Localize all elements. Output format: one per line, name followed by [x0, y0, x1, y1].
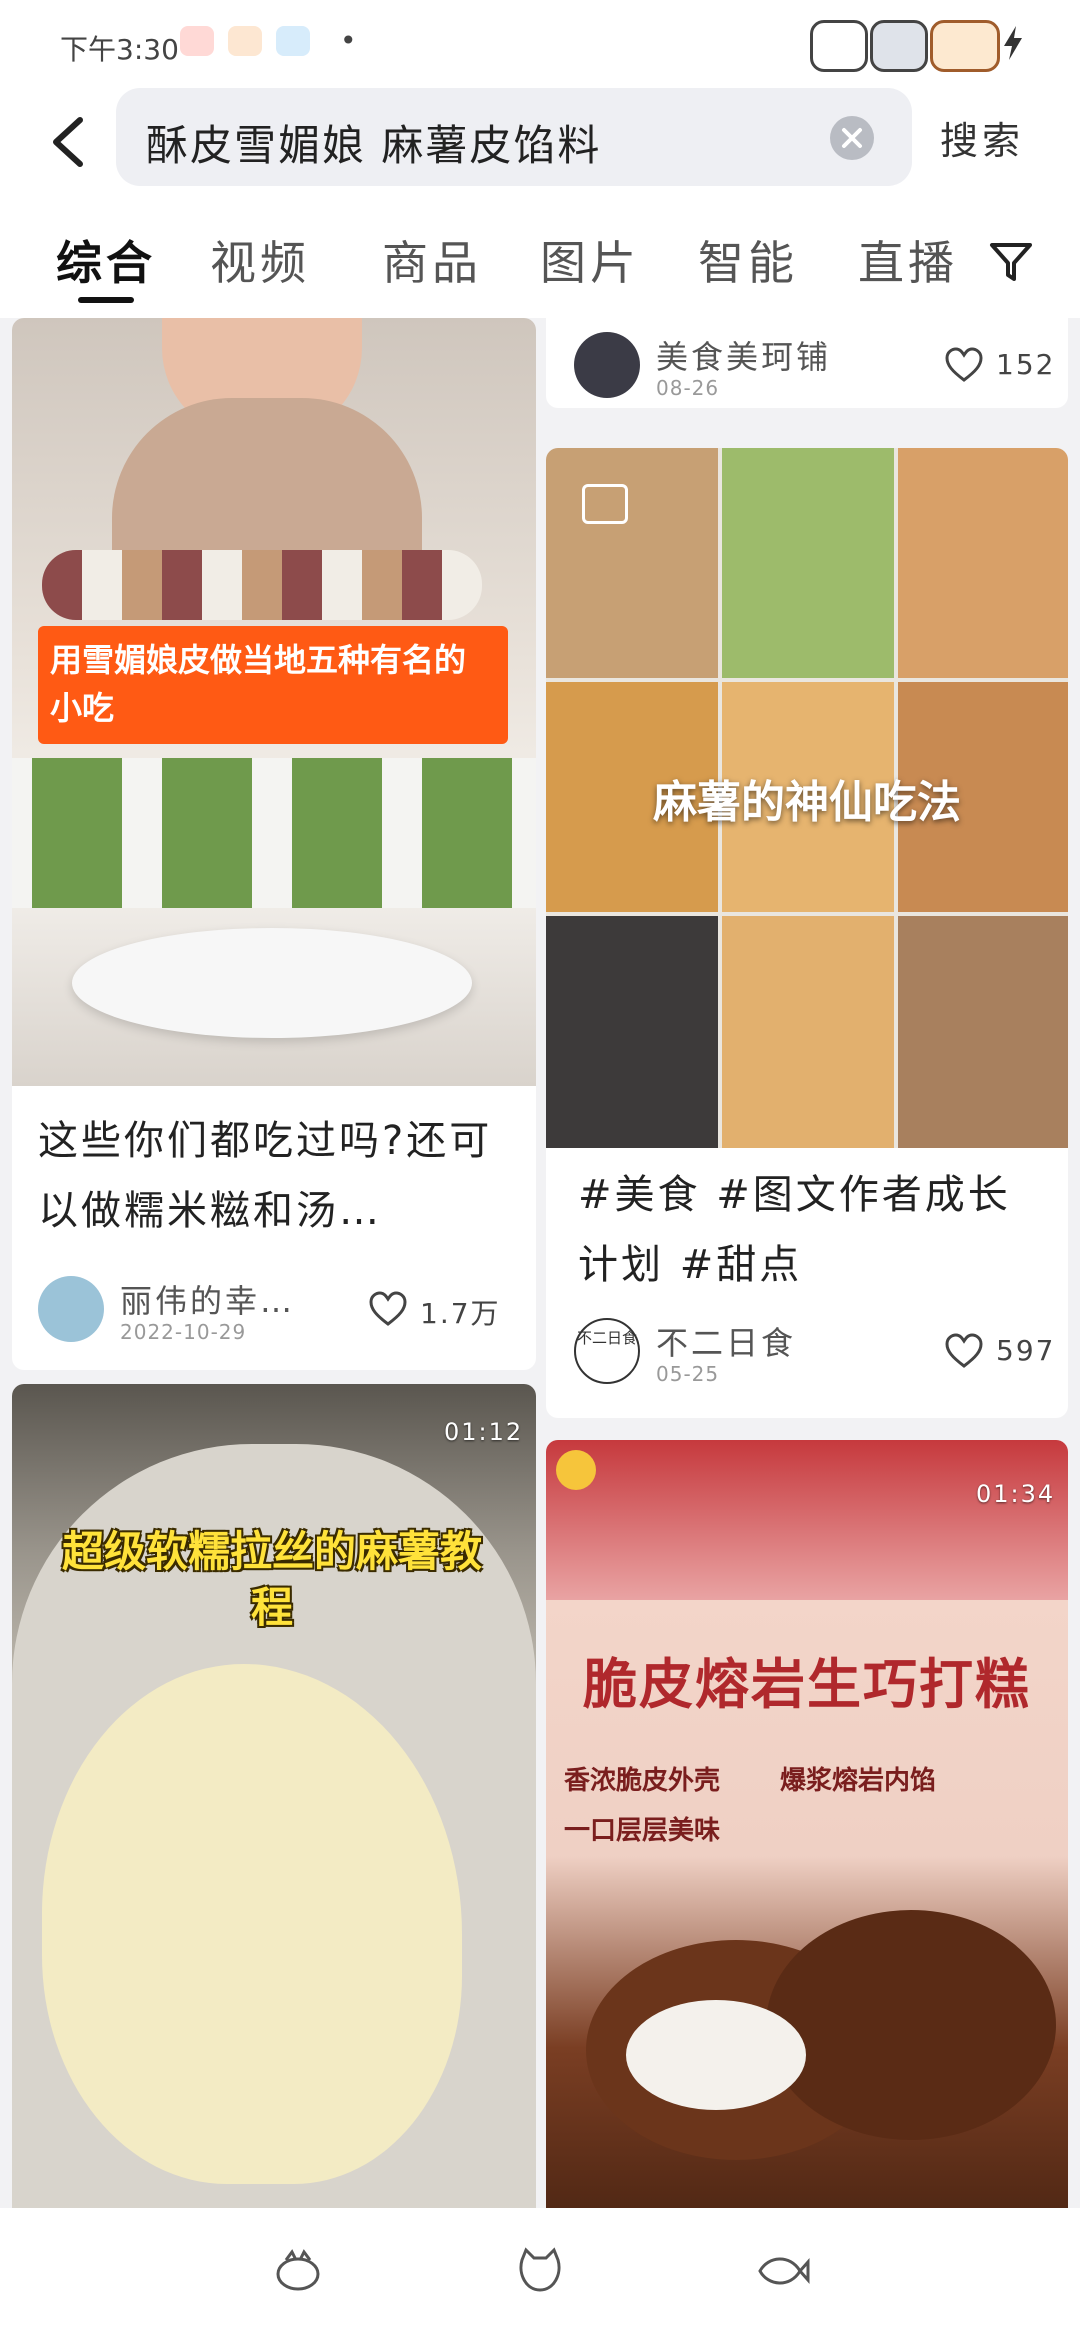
- tab-images[interactable]: 图片: [540, 227, 640, 293]
- status-icons: [810, 18, 1040, 74]
- post-cover-collage: 麻薯的神仙吃法: [546, 448, 1068, 1148]
- cat-battery-icon: [810, 20, 868, 72]
- tab-comprehensive[interactable]: 综合: [56, 227, 156, 293]
- avatar-text: 不二日食: [576, 1329, 637, 1347]
- heart-icon: [945, 1333, 983, 1368]
- collage-tile: [546, 916, 718, 1148]
- author-name: 不二日食: [656, 1324, 797, 1362]
- chocolate-cake: [766, 1910, 1056, 2140]
- tab-video[interactable]: 视频: [210, 227, 310, 293]
- back-arrow-icon: [53, 117, 83, 167]
- banner-title: 脆皮熔岩生巧打糕: [583, 1653, 1031, 1716]
- status-dot: •: [340, 24, 357, 57]
- tab-live[interactable]: 直播: [858, 227, 958, 293]
- avatar: [38, 1276, 104, 1342]
- heart-icon: [945, 347, 983, 382]
- post-cover-image: 用雪媚娘皮做当地五种有名的小吃: [12, 318, 536, 1086]
- results-feed: 用雪媚娘皮做当地五种有名的小吃 这些你们都吃过吗?还可以做糯米糍和汤… 丽伟的幸…: [0, 318, 1080, 2208]
- title-banner: 用雪媚娘皮做当地五种有名的小吃: [38, 626, 508, 744]
- like-button[interactable]: 597: [944, 1332, 1064, 1372]
- avatar: [574, 332, 640, 398]
- post-caption: #美食 #图文作者成长计划 #甜点: [578, 1172, 1011, 1288]
- collage-tile: [898, 916, 1068, 1148]
- post-date: 08-26: [656, 376, 720, 400]
- status-time: 下午3:30: [60, 33, 179, 66]
- author-name: 丽伟的幸…: [120, 1282, 296, 1320]
- video-duration: 01:12: [444, 1418, 524, 1446]
- like-count: 152: [996, 348, 1056, 381]
- charging-icon: [1004, 26, 1022, 60]
- video-duration: 01:34: [976, 1480, 1056, 1508]
- post-card[interactable]: 美食美珂铺 08-26 152: [546, 318, 1068, 408]
- video-cover-image: 超级软糯拉丝的麻薯教程 01:12: [12, 1384, 536, 2208]
- video-cover-image: 脆皮熔岩生巧打糕 香浓脆皮外壳 爆浆熔岩内馅 一口层层美味 01:34: [546, 1440, 1068, 2208]
- active-tab-indicator: [78, 297, 134, 303]
- category-tabs: 综合 视频 商品 图片 智能 直播: [0, 215, 1080, 305]
- tab-smart[interactable]: 智能: [698, 227, 798, 293]
- post-card[interactable]: 麻薯的神仙吃法 #美食 #图文作者成长计划 #甜点 不二日食 不二日食 05-2…: [546, 448, 1068, 1418]
- search-button[interactable]: 搜索: [940, 110, 1024, 165]
- post-date: 2022-10-29: [120, 1320, 247, 1344]
- tag-label: 香浓脆皮外壳: [564, 1766, 721, 1796]
- gallery-icon: [582, 484, 628, 524]
- notification-icon: [180, 26, 214, 56]
- notification-icon: [228, 26, 262, 56]
- back-button[interactable]: [40, 110, 104, 174]
- food-rolls: [42, 550, 482, 620]
- cat-battery-icon: [870, 20, 928, 72]
- like-button[interactable]: 1.7万: [368, 1290, 528, 1330]
- tag-label: 爆浆熔岩内馅: [780, 1766, 937, 1796]
- heart-icon: [369, 1291, 407, 1326]
- author-info[interactable]: 美食美珂铺 08-26: [574, 332, 874, 402]
- tag-label: 一口层层美味: [564, 1816, 721, 1846]
- author-name: 美食美珂铺: [656, 338, 832, 376]
- clear-button[interactable]: [830, 116, 874, 160]
- search-box[interactable]: 酥皮雪媚娘 麻薯皮馅料: [116, 88, 912, 186]
- cake-filling: [626, 2000, 806, 2110]
- search-input[interactable]: 酥皮雪媚娘 麻薯皮馅料: [146, 112, 601, 173]
- clear-icon: [842, 128, 862, 148]
- notification-icon: [276, 26, 310, 56]
- avatar: 不二日食: [574, 1318, 640, 1384]
- post-card[interactable]: 用雪媚娘皮做当地五种有名的小吃 这些你们都吃过吗?还可以做糯米糍和汤… 丽伟的幸…: [12, 318, 536, 1370]
- author-info[interactable]: 不二日食 不二日食 05-25: [574, 1318, 874, 1388]
- food-cakes: [12, 758, 536, 908]
- like-count: 597: [996, 1334, 1056, 1367]
- fish-battery-icon: [930, 20, 1000, 72]
- person-figure: [112, 398, 422, 558]
- bottom-nav: [0, 2208, 1080, 2340]
- post-overlay-title: 用雪媚娘皮做当地五种有名的小吃: [50, 641, 467, 727]
- status-bar: 下午3:30 •: [0, 0, 1080, 80]
- collage-tile: [722, 448, 894, 678]
- video-top-strip: [546, 1440, 1068, 1600]
- video-card[interactable]: 超级软糯拉丝的麻薯教程 01:12: [12, 1384, 536, 2208]
- author-info[interactable]: 丽伟的幸… 2022-10-29: [38, 1276, 338, 1346]
- filter-icon: [990, 243, 1032, 281]
- post-caption: 这些你们都吃过吗?还可以做糯米糍和汤…: [38, 1118, 493, 1234]
- plate: [72, 928, 472, 1038]
- tab-products[interactable]: 商品: [382, 227, 482, 293]
- collage-tile: [898, 448, 1068, 678]
- video-card[interactable]: 脆皮熔岩生巧打糕 香浓脆皮外壳 爆浆熔岩内馅 一口层层美味 01:34: [546, 1440, 1068, 2208]
- like-count: 1.7万: [420, 1297, 501, 1330]
- collage-tile: [546, 448, 718, 678]
- nav-fish-icon[interactable]: [754, 2246, 810, 2296]
- post-overlay-title: 麻薯的神仙吃法: [653, 777, 961, 828]
- video-overlay-title: 超级软糯拉丝的麻薯教程: [61, 1527, 482, 1632]
- filter-button[interactable]: [986, 237, 1036, 287]
- collage-tile: [722, 916, 894, 1148]
- nav-home-icon[interactable]: [270, 2246, 326, 2296]
- nav-cat-icon[interactable]: [512, 2246, 568, 2296]
- post-date: 05-25: [656, 1362, 720, 1386]
- like-button[interactable]: 152: [944, 346, 1064, 386]
- sunflower-icon: [556, 1450, 596, 1490]
